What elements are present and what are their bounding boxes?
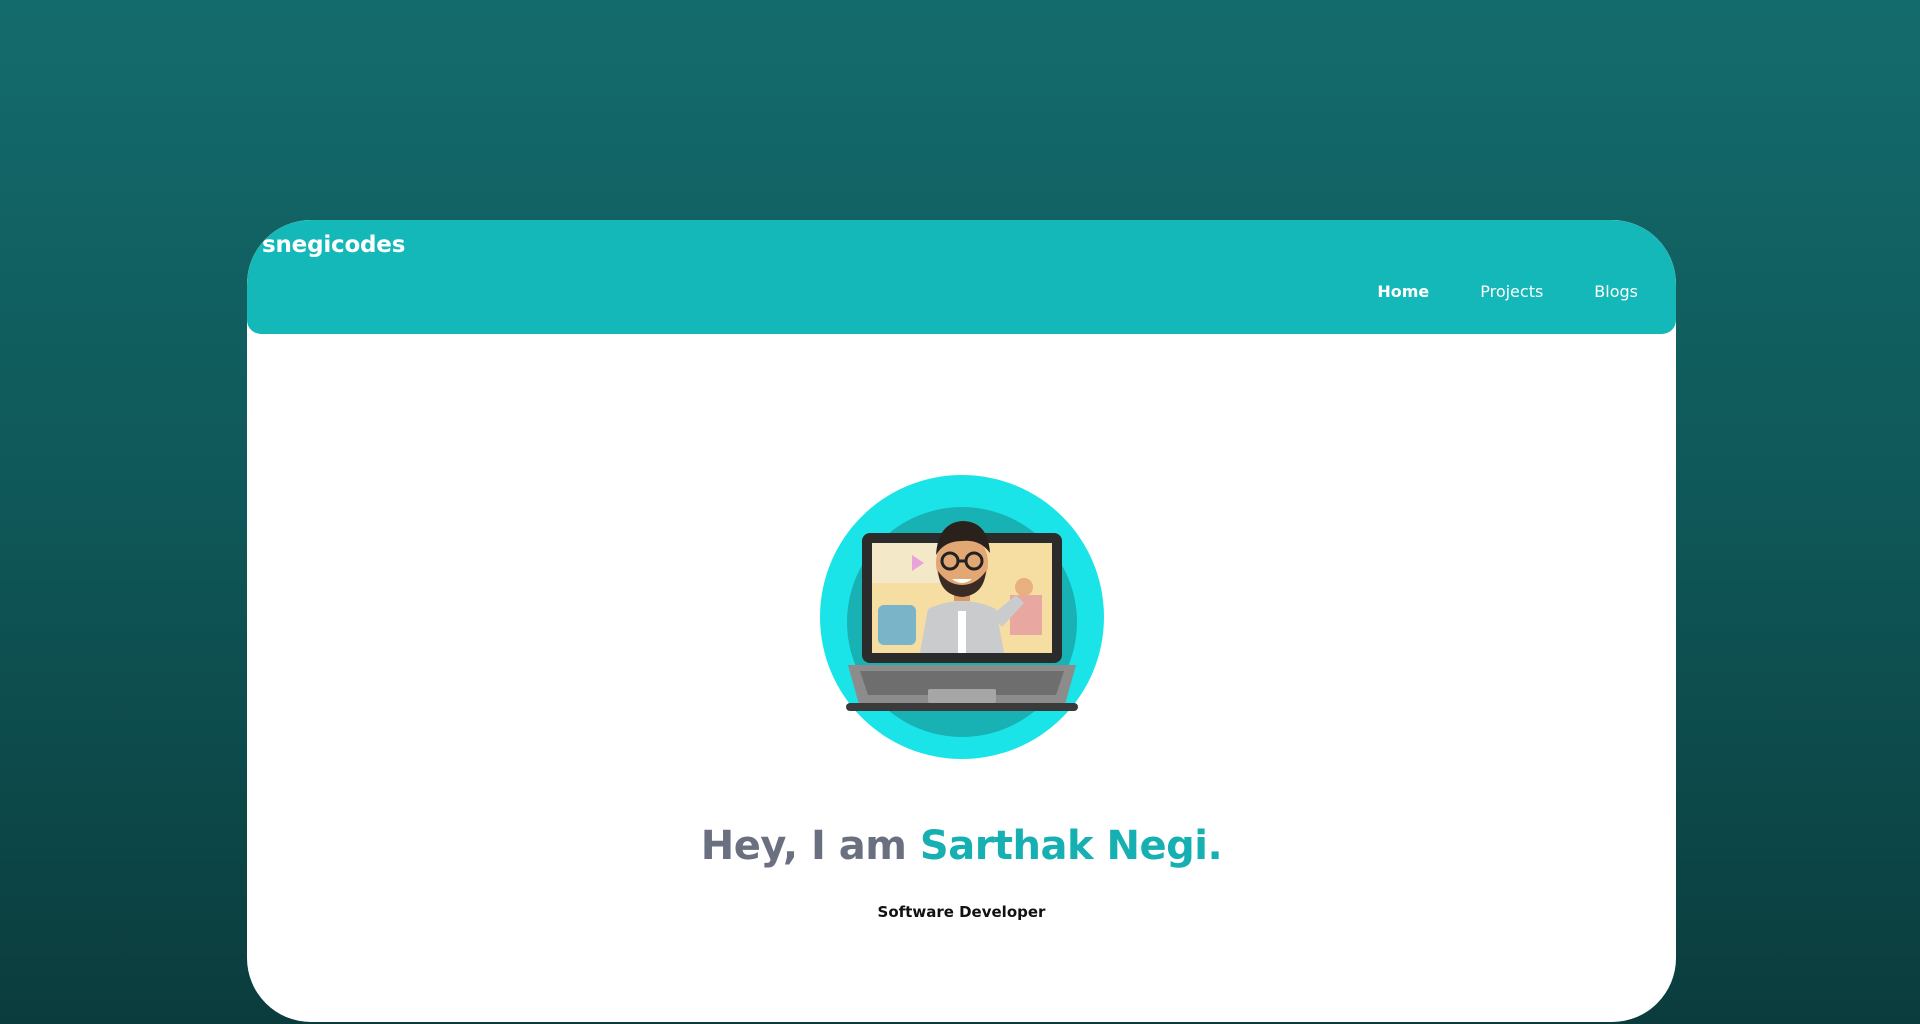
hero-greeting: Hey, I am (700, 823, 920, 869)
avatar (820, 475, 1104, 759)
brand-logo[interactable]: snegicodes (262, 232, 405, 258)
hero-headline: Hey, I am Sarthak Negi. (247, 823, 1676, 869)
hero-name: Sarthak Negi. (919, 823, 1223, 869)
hero-subtitle: Software Developer (877, 903, 1046, 921)
nav-projects[interactable]: Projects (1480, 282, 1543, 301)
navbar: snegicodes Home Projects Blogs (247, 220, 1676, 334)
nav-blogs[interactable]: Blogs (1594, 282, 1638, 301)
laptop-avatar-illustration (846, 521, 1078, 711)
main-nav: Home Projects Blogs (1326, 282, 1638, 301)
main-card: snegicodes Home Projects Blogs Hey, I am… (247, 220, 1676, 1022)
nav-home[interactable]: Home (1377, 282, 1429, 301)
